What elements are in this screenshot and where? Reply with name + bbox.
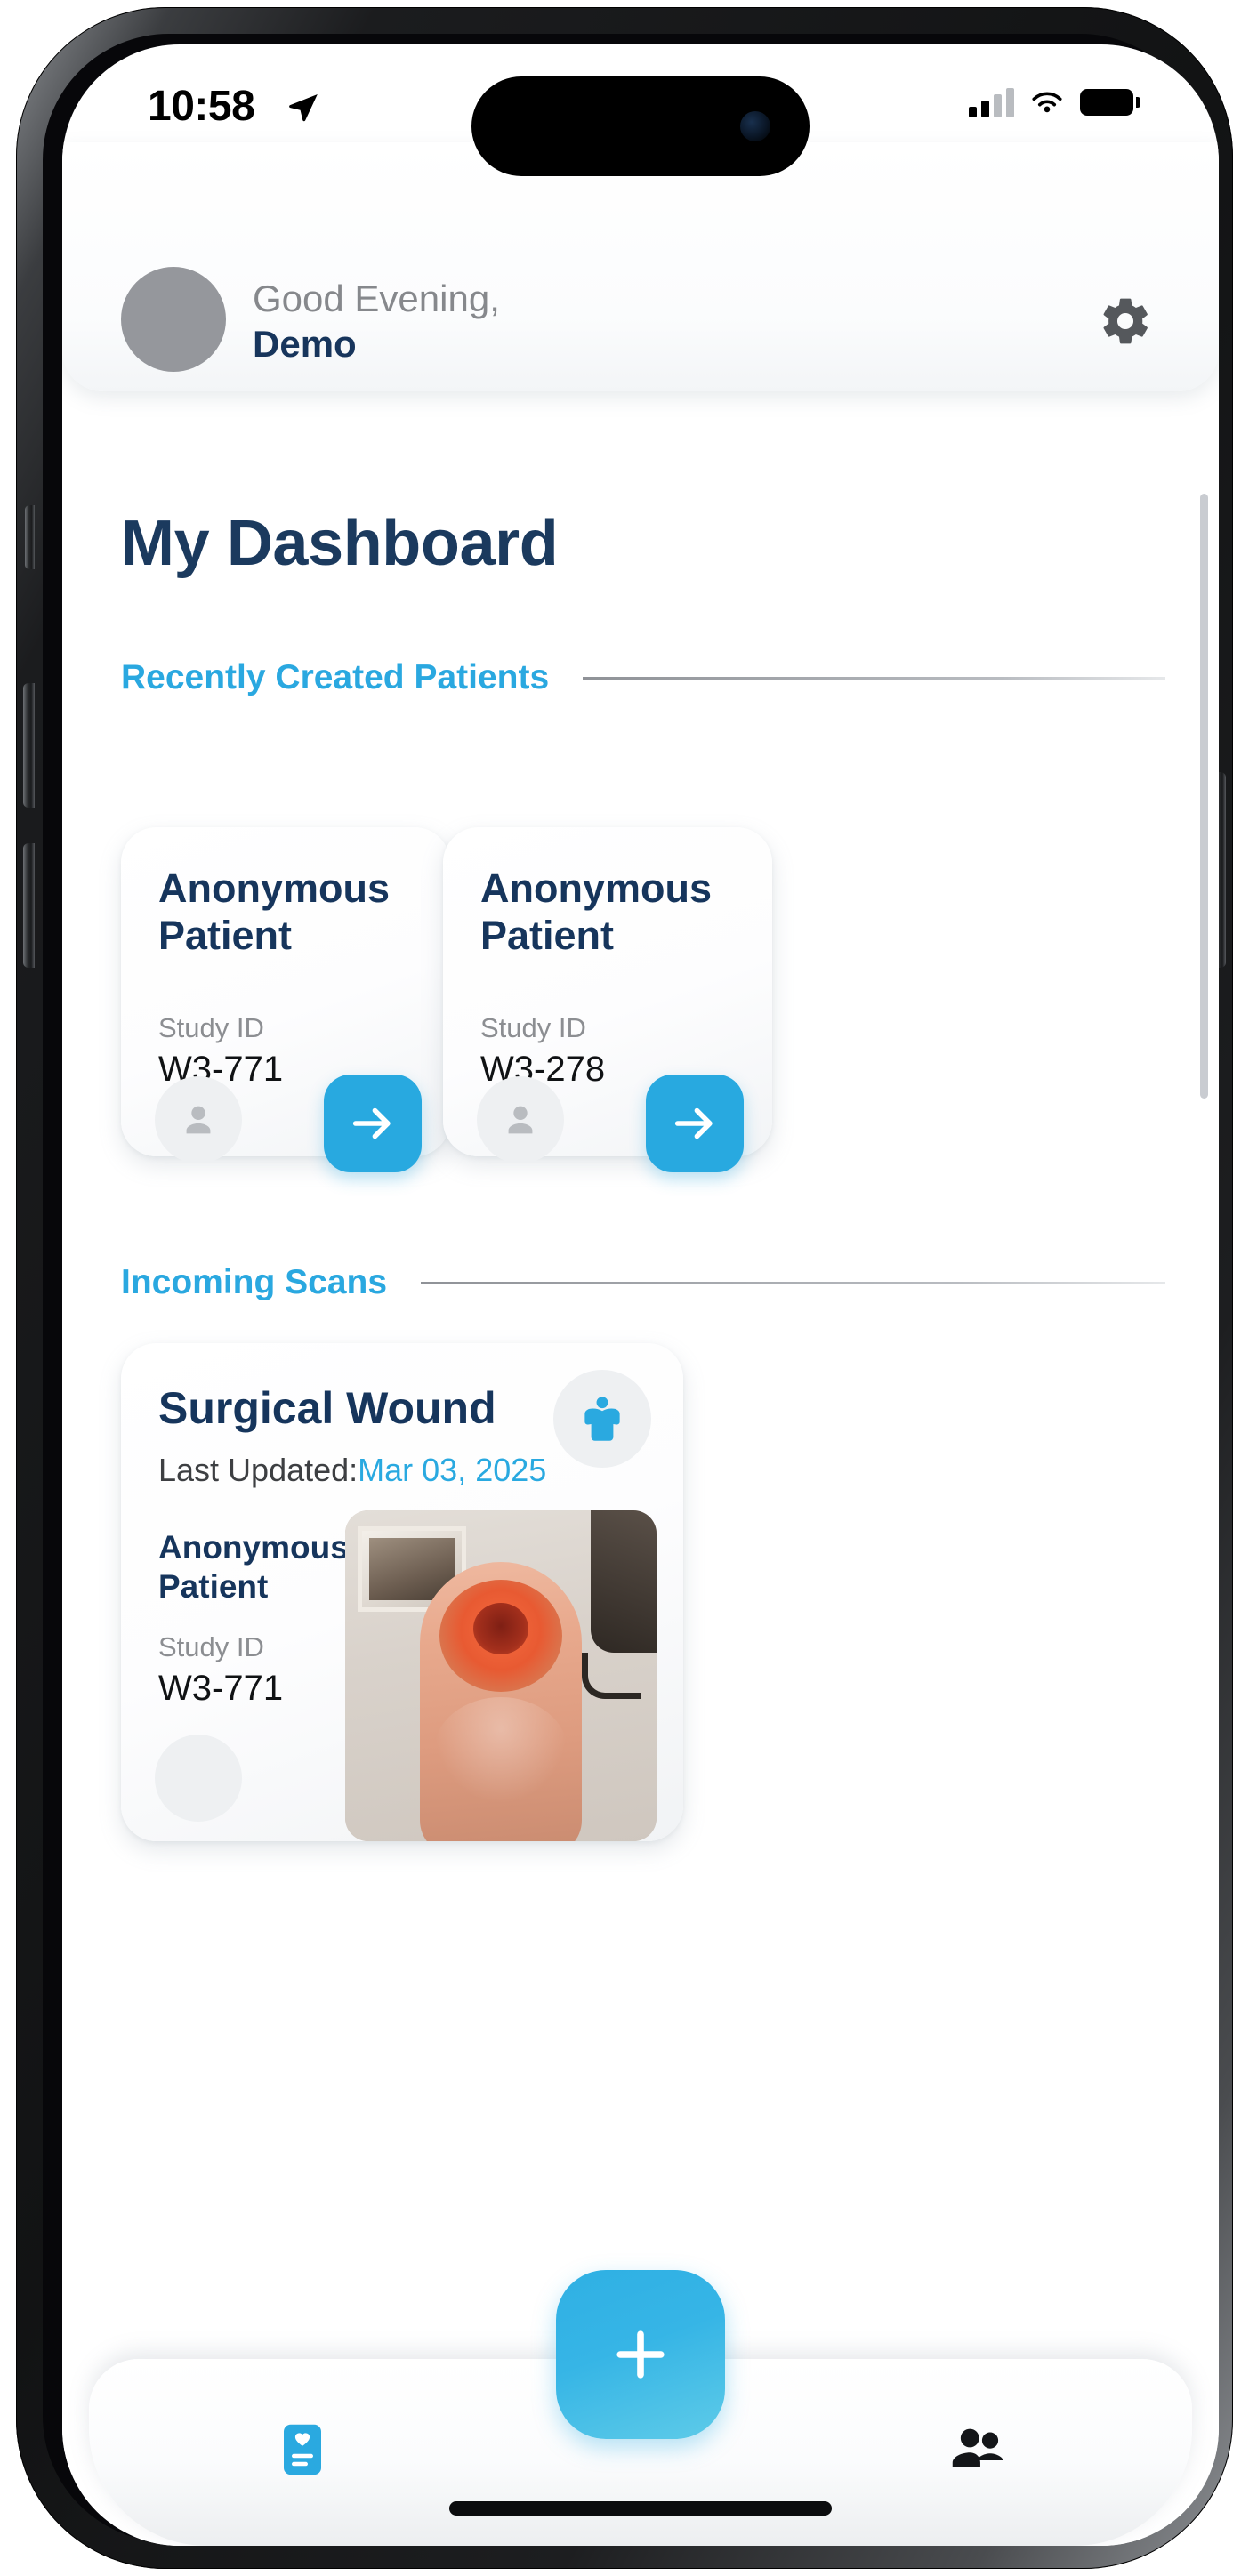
phone-screen: 10:58 Good Evening, Demo My Dashboard Re… <box>62 44 1219 2546</box>
recent-patients-carousel[interactable]: Anonymous Patient Study ID W3-771 Anonym… <box>62 827 1219 1192</box>
page-title: My Dashboard <box>121 508 559 579</box>
study-id-label: Study ID <box>158 1631 264 1662</box>
greeting-header: Good Evening, Demo <box>62 142 1219 391</box>
section-recent-patients-header: Recently Created Patients <box>62 658 1219 697</box>
person-icon <box>155 1076 242 1163</box>
dashboard-scroll-content[interactable]: My Dashboard Recently Created Patients A… <box>62 391 1219 2546</box>
tab-people[interactable] <box>925 2407 1032 2492</box>
screenshot-root: 10:58 Good Evening, Demo My Dashboard Re… <box>0 0 1249 2576</box>
wifi-icon <box>1032 92 1062 113</box>
battery-full-icon <box>1080 89 1140 116</box>
volume-down-button[interactable] <box>23 843 35 968</box>
status-bar-indicators <box>969 87 1140 117</box>
medical-record-card-icon <box>284 2424 321 2475</box>
patient-open-button[interactable] <box>324 1075 422 1172</box>
dynamic-island <box>471 76 810 176</box>
patient-name: Anonymous Patient <box>158 865 391 959</box>
last-updated-label: Last Updated: <box>158 1452 359 1488</box>
home-indicator[interactable] <box>449 2501 832 2516</box>
section-incoming-scans-header: Incoming Scans <box>62 1263 1219 1302</box>
wound-scan-photo[interactable] <box>345 1510 657 1841</box>
scan-patient-name: Anonymous Patient <box>158 1529 349 1606</box>
person-icon <box>155 1735 242 1822</box>
tab-records[interactable] <box>249 2407 356 2492</box>
photo-dark-object <box>591 1510 657 1653</box>
patient-open-button[interactable] <box>646 1075 744 1172</box>
last-updated-date: Mar 03, 2025 <box>358 1452 547 1488</box>
section-divider <box>421 1281 1165 1284</box>
patient-name: Anonymous Patient <box>480 865 713 959</box>
greeting-line: Good Evening, <box>253 278 500 319</box>
arrow-right-icon <box>674 1107 713 1139</box>
greeting-text-block: Good Evening, Demo <box>253 276 500 366</box>
location-arrow-icon <box>289 93 318 122</box>
status-bar: 10:58 <box>62 44 1219 180</box>
avatar[interactable] <box>121 267 226 372</box>
front-camera-icon <box>740 111 770 141</box>
plus-icon <box>616 2330 665 2379</box>
photo-highlight <box>434 1697 568 1804</box>
study-id-label: Study ID <box>480 1012 586 1043</box>
study-id-value: W3-771 <box>158 1669 284 1708</box>
gear-icon[interactable] <box>1098 294 1153 349</box>
phone-hardware-frame: 10:58 Good Evening, Demo My Dashboard Re… <box>16 7 1233 2569</box>
status-bar-time: 10:58 <box>148 83 255 130</box>
section-label: Recently Created Patients <box>121 658 550 696</box>
torso-body-icon <box>553 1370 651 1468</box>
study-id-label: Study ID <box>158 1012 264 1043</box>
cellular-signal-icon <box>969 87 1014 117</box>
scan-last-updated: Last Updated:Mar 03, 2025 <box>158 1452 546 1489</box>
photo-cable <box>582 1653 641 1699</box>
silent-switch-button[interactable] <box>25 505 35 569</box>
scan-card[interactable]: Surgical Wound Last Updated:Mar 03, 2025… <box>121 1343 683 1841</box>
arrow-right-icon <box>352 1107 391 1139</box>
people-icon <box>952 2428 1003 2467</box>
add-scan-fab[interactable] <box>556 2270 725 2439</box>
volume-up-button[interactable] <box>23 683 35 808</box>
scan-title: Surgical Wound <box>158 1383 496 1433</box>
user-name: Demo <box>253 323 357 366</box>
photo-wound-inner <box>473 1603 528 1654</box>
section-divider <box>583 676 1165 680</box>
person-icon <box>477 1076 564 1163</box>
section-label: Incoming Scans <box>121 1263 388 1301</box>
